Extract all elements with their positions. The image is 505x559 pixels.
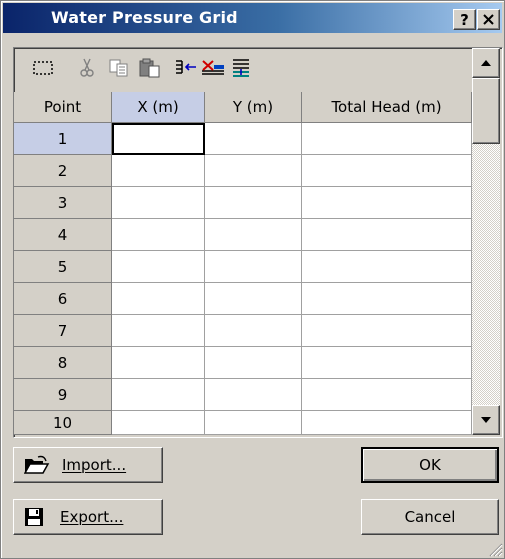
- cell-y[interactable]: [205, 283, 302, 315]
- cell-x[interactable]: [112, 123, 205, 155]
- grid-toolbar: [14, 48, 472, 90]
- scroll-up-button[interactable]: [472, 48, 500, 78]
- row-header[interactable]: 1: [14, 123, 112, 155]
- cell-total-head[interactable]: [302, 155, 472, 187]
- paste-icon: [139, 58, 160, 78]
- cell-total-head[interactable]: [302, 347, 472, 379]
- cell-x[interactable]: [112, 347, 205, 379]
- cell-x[interactable]: [112, 315, 205, 347]
- cell-x[interactable]: [112, 411, 205, 435]
- row-header[interactable]: 5: [14, 251, 112, 283]
- row-header[interactable]: 4: [14, 219, 112, 251]
- copy-icon: [109, 59, 128, 77]
- delete-row-icon: [202, 60, 224, 75]
- row-header[interactable]: 8: [14, 347, 112, 379]
- save-disk-icon: [25, 508, 43, 526]
- import-button[interactable]: Import...: [13, 447, 163, 483]
- append-row-button[interactable]: [230, 58, 252, 78]
- ok-label: OK: [419, 456, 441, 474]
- cell-total-head[interactable]: [302, 283, 472, 315]
- scroll-down-button[interactable]: [472, 405, 500, 435]
- cell-x[interactable]: [112, 219, 205, 251]
- cut-button[interactable]: [78, 58, 96, 78]
- cell-x[interactable]: [112, 155, 205, 187]
- column-header-point[interactable]: Point: [14, 92, 112, 123]
- row-header[interactable]: 7: [14, 315, 112, 347]
- cell-total-head[interactable]: [302, 411, 472, 435]
- column-header-y[interactable]: Y (m): [205, 92, 302, 123]
- cell-y[interactable]: [205, 411, 302, 435]
- column-header-total-head[interactable]: Total Head (m): [302, 92, 472, 123]
- cell-total-head[interactable]: [302, 251, 472, 283]
- copy-button[interactable]: [108, 58, 130, 78]
- append-row-icon: [233, 59, 249, 77]
- insert-row-icon: [176, 60, 196, 74]
- vertical-scrollbar[interactable]: [472, 48, 500, 435]
- export-button[interactable]: Export...: [13, 499, 163, 535]
- resize-grip-icon[interactable]: [489, 543, 503, 557]
- row-header[interactable]: 6: [14, 283, 112, 315]
- close-icon: [483, 14, 494, 25]
- cell-x[interactable]: [112, 283, 205, 315]
- cell-total-head[interactable]: [302, 219, 472, 251]
- ok-button[interactable]: OK: [361, 447, 499, 483]
- cancel-label: Cancel: [404, 508, 456, 526]
- cell-total-head[interactable]: [302, 123, 472, 155]
- cell-y[interactable]: [205, 315, 302, 347]
- cell-y[interactable]: [205, 379, 302, 411]
- cancel-button[interactable]: Cancel: [361, 499, 499, 535]
- cell-y[interactable]: [205, 347, 302, 379]
- row-header[interactable]: 2: [14, 155, 112, 187]
- close-button[interactable]: [477, 9, 500, 30]
- column-header-x[interactable]: X (m): [112, 92, 205, 123]
- cell-total-head[interactable]: [302, 315, 472, 347]
- open-folder-icon: [24, 455, 50, 474]
- cell-y[interactable]: [205, 219, 302, 251]
- cell-total-head[interactable]: [302, 187, 472, 219]
- export-label: Export...: [60, 508, 124, 526]
- insert-row-button[interactable]: [174, 58, 198, 78]
- cell-y[interactable]: [205, 187, 302, 219]
- row-header[interactable]: 10: [14, 411, 112, 435]
- cell-total-head[interactable]: [302, 379, 472, 411]
- help-button[interactable]: ?: [453, 9, 476, 30]
- cell-y[interactable]: [205, 251, 302, 283]
- arrow-down-icon: [481, 417, 491, 423]
- arrow-up-icon: [481, 60, 491, 66]
- cell-y[interactable]: [205, 155, 302, 187]
- window-title: Water Pressure Grid: [51, 8, 238, 27]
- scrollbar-thumb[interactable]: [472, 78, 500, 144]
- cell-x[interactable]: [112, 187, 205, 219]
- import-label: Import...: [62, 456, 127, 474]
- cell-x[interactable]: [112, 251, 205, 283]
- cell-y[interactable]: [205, 123, 302, 155]
- select-all-icon: [33, 61, 53, 75]
- cell-x[interactable]: [112, 379, 205, 411]
- title-bar[interactable]: Water Pressure Grid ?: [3, 3, 502, 33]
- delete-row-button[interactable]: [200, 58, 226, 78]
- paste-button[interactable]: [138, 58, 162, 78]
- row-header[interactable]: 3: [14, 187, 112, 219]
- row-header[interactable]: 9: [14, 379, 112, 411]
- cut-icon: [80, 58, 94, 77]
- select-all-button[interactable]: [32, 58, 54, 78]
